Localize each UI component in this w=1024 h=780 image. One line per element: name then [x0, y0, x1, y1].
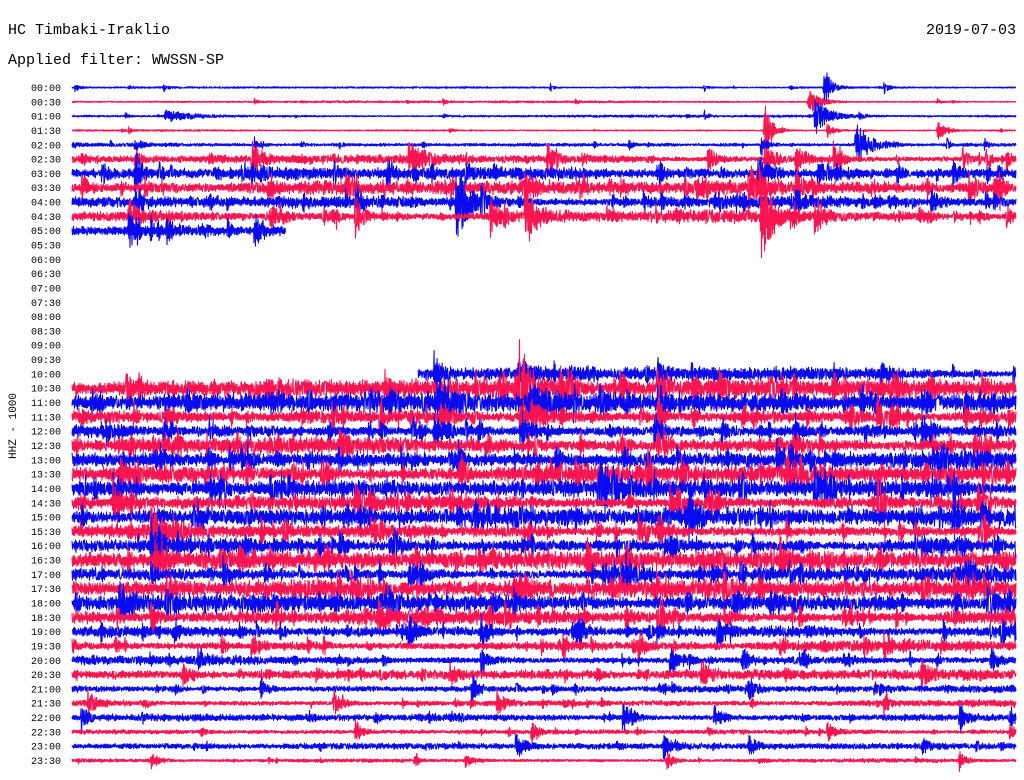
time-label-03-30: 03:30 — [31, 184, 61, 195]
time-label-00-00: 00:00 — [31, 84, 61, 95]
time-label-09-00: 09:00 — [31, 342, 61, 353]
time-label-02-30: 02:30 — [31, 156, 61, 167]
time-label-05-00: 05:00 — [31, 227, 61, 238]
time-label-21-00: 21:00 — [31, 685, 61, 696]
time-label-00-30: 00:30 — [31, 98, 61, 109]
time-label-03-00: 03:00 — [31, 170, 61, 181]
time-label-22-00: 22:00 — [31, 714, 61, 725]
trace-22-00 — [71, 703, 1017, 735]
time-label-13-00: 13:00 — [31, 456, 61, 467]
time-label-22-30: 22:30 — [31, 728, 61, 739]
time-label-11-30: 11:30 — [31, 413, 61, 424]
time-label-12-30: 12:30 — [31, 442, 61, 453]
time-label-04-00: 04:00 — [31, 199, 61, 210]
traces-group — [71, 72, 1017, 772]
time-label-01-30: 01:30 — [31, 127, 61, 138]
time-label-06-00: 06:00 — [31, 256, 61, 267]
time-label-12-00: 12:00 — [31, 428, 61, 439]
time-label-04-30: 04:30 — [31, 213, 61, 224]
time-label-14-30: 14:30 — [31, 499, 61, 510]
time-label-07-30: 07:30 — [31, 299, 61, 310]
time-label-19-30: 19:30 — [31, 642, 61, 653]
time-label-10-30: 10:30 — [31, 385, 61, 396]
time-label-09-30: 09:30 — [31, 356, 61, 367]
trace-00-30 — [71, 90, 1017, 112]
trace-01-00 — [71, 99, 1017, 134]
helicorder-page: HC Timbaki-Iraklio 2019-07-03 Applied fi… — [0, 0, 1024, 780]
time-label-23-30: 23:30 — [31, 757, 61, 768]
time-label-16-00: 16:00 — [31, 542, 61, 553]
time-label-14-00: 14:00 — [31, 485, 61, 496]
time-label-19-00: 19:00 — [31, 628, 61, 639]
trace-22-30 — [71, 719, 1017, 744]
time-label-23-00: 23:00 — [31, 743, 61, 754]
trace-21-00 — [71, 675, 1017, 705]
time-label-16-30: 16:30 — [31, 557, 61, 568]
time-label-02-00: 02:00 — [31, 141, 61, 152]
time-label-08-00: 08:00 — [31, 313, 61, 324]
trace-23-00 — [71, 733, 1017, 760]
time-label-18-30: 18:30 — [31, 614, 61, 625]
time-label-18-00: 18:00 — [31, 600, 61, 611]
time-label-15-30: 15:30 — [31, 528, 61, 539]
time-label-13-30: 13:30 — [31, 471, 61, 482]
time-label-20-00: 20:00 — [31, 657, 61, 668]
time-label-08-30: 08:30 — [31, 327, 61, 338]
time-label-07-00: 07:00 — [31, 285, 61, 296]
time-labels-group: 00:00 00:30 01:00 01:30 02:00 02:30 03:00 03:30… — [31, 84, 61, 768]
time-label-21-30: 21:30 — [31, 700, 61, 711]
time-label-17-30: 17:30 — [31, 585, 61, 596]
time-label-10-00: 10:00 — [31, 370, 61, 381]
time-label-20-30: 20:30 — [31, 671, 61, 682]
channel-label: HHZ - 1000 — [8, 393, 20, 459]
time-label-17-00: 17:00 — [31, 571, 61, 582]
time-label-01-00: 01:00 — [31, 113, 61, 124]
trace-23-30 — [71, 750, 1017, 772]
time-label-11-00: 11:00 — [31, 399, 61, 410]
time-label-15-00: 15:00 — [31, 514, 61, 525]
trace-00-00 — [71, 72, 1017, 106]
helicorder-plot: 00:00 00:30 01:00 01:30 02:00 02:30 03:00 03:30… — [8, 72, 1017, 772]
time-label-06-30: 06:30 — [31, 270, 61, 281]
time-label-05-30: 05:30 — [31, 242, 61, 253]
